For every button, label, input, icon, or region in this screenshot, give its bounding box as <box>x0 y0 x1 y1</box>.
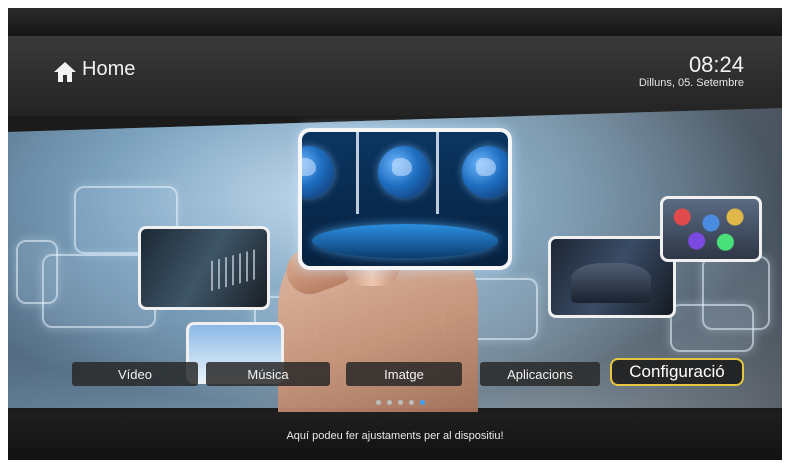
pager-dot <box>376 400 381 405</box>
globe-icon <box>302 146 334 198</box>
menu-item-image[interactable]: Imatge <box>346 362 462 386</box>
tv-screen: Home 08:24 Dilluns, 05. Setembre Vídeo M… <box>8 8 782 460</box>
globe-icon <box>462 146 508 198</box>
menu-item-video[interactable]: Vídeo <box>72 362 198 386</box>
menu-item-settings[interactable]: Configuració <box>610 358 744 386</box>
menu-item-music[interactable]: Música <box>206 362 330 386</box>
hint-text: Aquí podeu fer ajustaments per al dispos… <box>286 430 504 442</box>
decorative-frame <box>670 304 754 352</box>
panel-separator <box>356 132 359 214</box>
pager-dot <box>398 400 403 405</box>
top-bezel <box>8 8 782 36</box>
pager-dot <box>387 400 392 405</box>
date-label: Dilluns, 05. Setembre <box>638 77 744 89</box>
panel-separator <box>436 132 439 214</box>
home-title: Home <box>82 58 136 80</box>
pager-dots <box>376 400 436 408</box>
studio-scene-image <box>302 132 508 266</box>
menu-item-applications[interactable]: Aplicacions <box>480 362 600 386</box>
guitar-strings-image <box>211 248 257 292</box>
people-image <box>571 263 651 303</box>
music-thumbnail[interactable] <box>138 226 270 310</box>
clock: 08:24 <box>688 52 744 77</box>
config-thumbnail[interactable] <box>660 196 762 262</box>
studio-desk <box>312 224 498 258</box>
apps-thumbnail[interactable] <box>548 236 676 318</box>
home-icon <box>54 62 76 82</box>
video-feature-thumbnail[interactable] <box>298 128 512 270</box>
decorative-frame <box>16 240 58 304</box>
pager-dot-active <box>420 400 425 405</box>
pager-dot <box>409 400 414 405</box>
globe-icon <box>378 146 430 198</box>
